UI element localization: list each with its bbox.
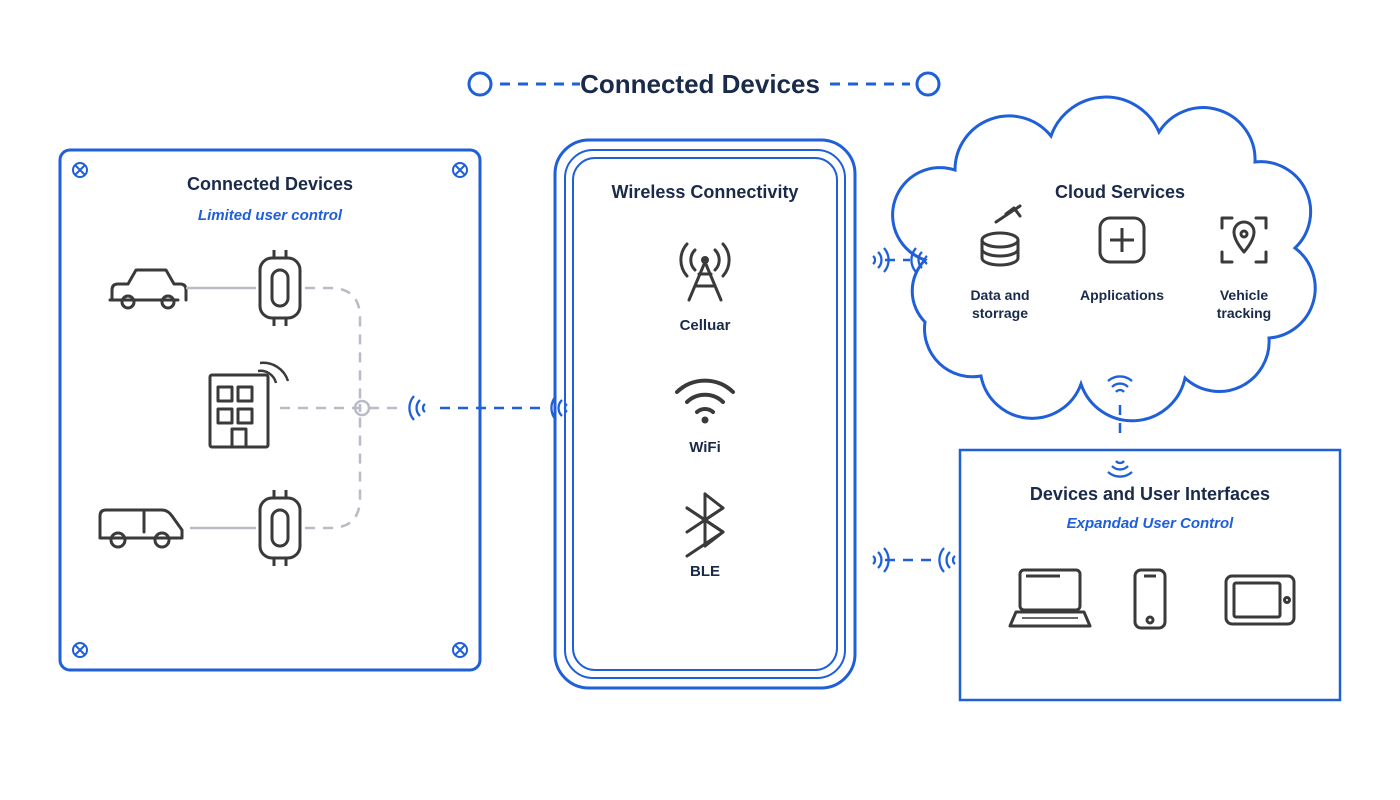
cellular-icon — [681, 244, 729, 300]
label-data-line2: storrage — [972, 305, 1028, 321]
panel-ui: Devices and User Interfaces Expandad Use… — [960, 450, 1340, 700]
data-storage-icon — [982, 206, 1020, 265]
label-cellular: Celluar — [680, 317, 731, 334]
panel-subtitle: Expandad User Control — [1067, 515, 1235, 532]
car-icon — [110, 270, 186, 308]
applications-icon — [1100, 218, 1144, 262]
tablet-icon — [1226, 576, 1294, 624]
bluetooth-icon — [687, 494, 723, 556]
tracking-icon — [1222, 218, 1266, 262]
header: Connected Devices — [469, 69, 939, 99]
panel-subtitle: Limited user control — [198, 207, 343, 224]
chip-icon — [260, 490, 300, 566]
label-track-1: Vehicle — [1220, 287, 1268, 303]
panel-title: Cloud Services — [1055, 182, 1185, 202]
panel-wireless: Wireless Connectivity Celluar WiFi BLE — [555, 140, 855, 688]
panel-connected-devices: Connected Devices Limited user control — [60, 150, 480, 670]
label-data-line1: Data and — [970, 287, 1029, 303]
label-track-2: tracking — [1217, 305, 1271, 321]
building-icon — [210, 363, 288, 447]
label-wifi: WiFi — [689, 439, 721, 456]
van-icon — [100, 510, 182, 547]
panel-title: Wireless Connectivity — [612, 182, 799, 202]
panel-cloud: Cloud Services Data and storrage Applica… — [893, 97, 1316, 421]
panel-title: Connected Devices — [187, 174, 353, 194]
phone-icon — [1135, 570, 1165, 628]
laptop-icon — [1010, 570, 1090, 626]
panel-title: Devices and User Interfaces — [1030, 484, 1270, 504]
page-title: Connected Devices — [580, 69, 820, 99]
chip-icon — [260, 250, 300, 326]
label-ble: BLE — [690, 563, 720, 580]
label-apps: Applications — [1080, 287, 1164, 303]
diagram: Connected Devices Connected Devices Limi… — [0, 0, 1400, 800]
wifi-icon — [677, 381, 733, 424]
